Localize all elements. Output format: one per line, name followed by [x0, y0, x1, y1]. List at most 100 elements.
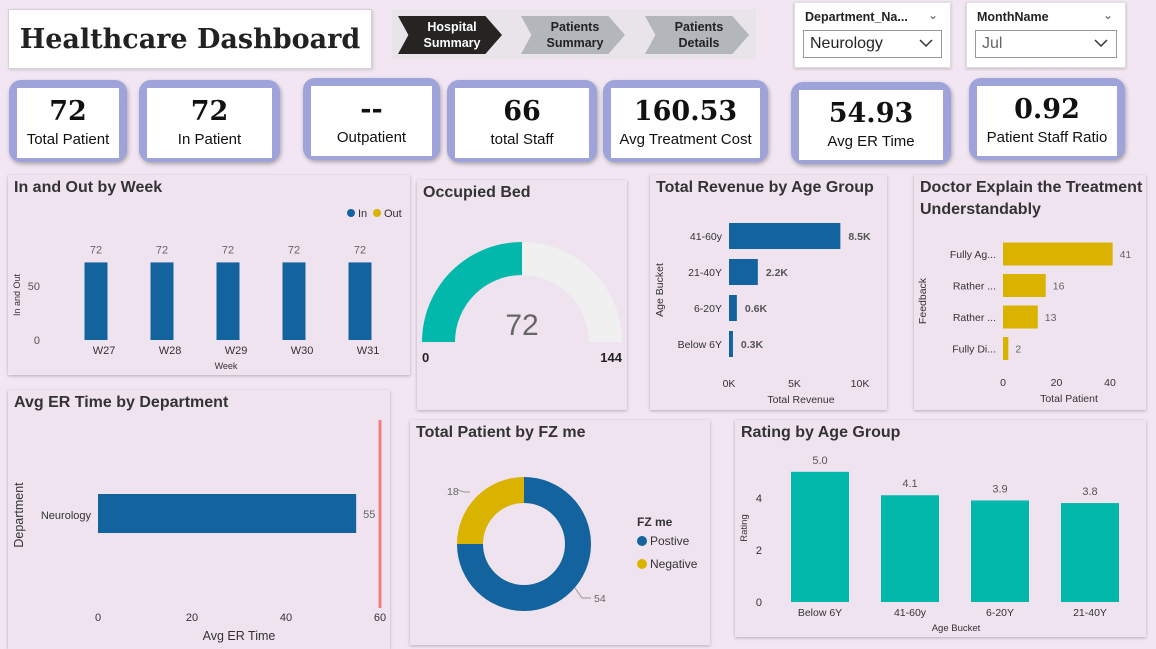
bar-4: [1061, 503, 1119, 602]
bar-w29: [216, 262, 240, 340]
chevron-down-icon: [919, 39, 933, 48]
chevron-down-icon[interactable]: ⌄: [928, 8, 938, 22]
month-slicer-label: MonthName: [977, 10, 1049, 24]
y-axis-title: In and Out: [12, 273, 22, 316]
data-label: 3.8: [1082, 486, 1097, 498]
department-value: Neurology: [810, 35, 883, 52]
occupied-bed-card: Occupied Bed 72 0 144: [417, 180, 627, 410]
nav-line2: Details: [678, 36, 720, 50]
category-label: 6-20Y: [694, 303, 722, 315]
bar-1: [729, 223, 841, 249]
chevron-down-icon: [1094, 39, 1108, 48]
category-label: Fully Ag...: [950, 249, 996, 261]
x-tick-label: W28: [159, 345, 182, 357]
kpi-label: In Patient: [177, 131, 242, 148]
gauge-max-label: 144: [600, 350, 622, 365]
y-tick-label: 0: [756, 597, 762, 609]
nav-line1: Patients: [550, 20, 600, 34]
category-label: Neurology: [41, 510, 92, 522]
bar-2: [1003, 274, 1046, 297]
in-out-week-card: In and Out by Week 0 50 72 W27 72 W28 72 W29 72 W…: [8, 175, 410, 375]
x-tick-label: W30: [291, 345, 314, 357]
data-label: 16: [1053, 281, 1065, 293]
data-label: 72: [222, 244, 234, 256]
revenue-age-chart: 41-60y 8.5K 21-40Y 2.2K 6-20Y 0.6K Below 6Y 0.3…: [654, 223, 871, 406]
x-tick-label: W31: [357, 345, 380, 357]
x-tick-label: 40: [280, 612, 292, 624]
data-label: 5.0: [812, 455, 827, 467]
nav-hospital-summary-button[interactable]: Hospital Summary: [398, 16, 502, 54]
bar-3: [729, 295, 737, 321]
leader-line: [574, 587, 591, 599]
kpi-label: Avg Treatment Cost: [619, 131, 752, 148]
data-label: 13: [1045, 312, 1057, 324]
nav-patients-summary-button[interactable]: Patients Summary: [521, 16, 625, 54]
gauge-value-label: 72: [505, 309, 538, 342]
nav-line2: Summary: [423, 36, 481, 50]
legend-title: FZ me: [637, 515, 673, 529]
legend-marker: [637, 559, 647, 569]
x-tick-label: W27: [93, 345, 116, 357]
x-tick-label: 0: [1000, 377, 1006, 389]
revenue-age-card: Total Revenue by Age Group 41-60y 8.5K 21-…: [650, 175, 887, 410]
fz-me-donut-chart: 54 18 FZ me Postive Negative: [447, 477, 698, 611]
kpi-label: total Staff: [490, 131, 554, 148]
x-axis-title: Avg ER Time: [203, 629, 276, 643]
kpi-value: 72: [190, 96, 229, 127]
data-label: 2.2K: [766, 267, 789, 279]
x-tick-label: 20: [1051, 377, 1063, 389]
data-label: 72: [288, 244, 300, 256]
x-tick-label: 6-20Y: [986, 607, 1014, 619]
kpi-value: 72: [49, 96, 87, 127]
nav-patients-details-button[interactable]: Patients Details: [645, 16, 749, 54]
bar-4: [729, 331, 733, 357]
x-tick-label: W29: [225, 345, 248, 357]
data-label: 72: [156, 244, 168, 256]
x-axis-title: Week: [215, 361, 238, 371]
month-value: Jul: [982, 35, 1003, 52]
doctor-explain-card: Doctor Explain the Treatment Understandab…: [914, 175, 1146, 410]
category-label: Rather ...: [953, 281, 996, 293]
x-tick-label: 60: [374, 612, 386, 624]
kpi-avg-treatment-cost: 160.53 Avg Treatment Cost: [603, 80, 768, 162]
kpi-value: 66: [503, 96, 541, 127]
legend-label: Negative: [650, 557, 698, 571]
month-dropdown[interactable]: Jul: [975, 30, 1117, 58]
data-label: 3.9: [992, 483, 1007, 495]
department-slicer: Department_Na... ⌄ Neurology: [794, 2, 951, 68]
x-tick-label: Below 6Y: [798, 607, 842, 619]
chevron-down-icon[interactable]: ⌄: [1103, 8, 1113, 22]
legend-label-out: Out: [384, 208, 402, 220]
leader-line: [457, 489, 470, 493]
y-axis-title: Rating: [739, 514, 750, 541]
x-tick-label: 0: [95, 612, 101, 624]
slice-negative: [457, 477, 524, 544]
department-dropdown[interactable]: Neurology: [803, 30, 942, 58]
y-tick-label: 4: [756, 493, 762, 505]
nav-line1: Patients: [674, 20, 724, 34]
x-tick-label: 21-40Y: [1073, 607, 1107, 619]
y-axis-title: Feedback: [917, 277, 929, 324]
nav-line2: Summary: [546, 36, 604, 50]
bar-neurology: [98, 494, 357, 533]
kpi-patient-staff-ratio: 0.92 Patient Staff Ratio: [969, 78, 1125, 160]
kpi-label: Patient Staff Ratio: [986, 129, 1108, 146]
x-tick-label: 0K: [723, 378, 736, 390]
data-label: 8.5K: [848, 231, 871, 243]
x-tick-label: 10K: [851, 378, 870, 390]
rating-age-chart: 0 2 4 5.0 Below 6Y 4.1 41-60y 3.9 6-20Y 3.8 21-40Y…: [739, 455, 1119, 634]
bar-2: [881, 495, 939, 602]
kpi-total-staff: 66 total Staff: [447, 80, 597, 162]
category-label: 21-40Y: [688, 267, 722, 279]
occupied-bed-gauge: 72 0 144: [422, 242, 623, 365]
kpi-value: 160.53: [633, 96, 738, 127]
y-tick-label: 0: [34, 335, 40, 347]
data-label: 55: [363, 509, 375, 521]
kpi-value: --: [360, 94, 383, 125]
bar-4: [1003, 337, 1009, 360]
bar-w31: [348, 262, 372, 340]
bar-2: [729, 259, 758, 285]
kpi-label: Outpatient: [336, 129, 407, 146]
category-label: Rather ...: [953, 312, 996, 324]
month-slicer: MonthName ⌄ Jul: [966, 2, 1126, 68]
